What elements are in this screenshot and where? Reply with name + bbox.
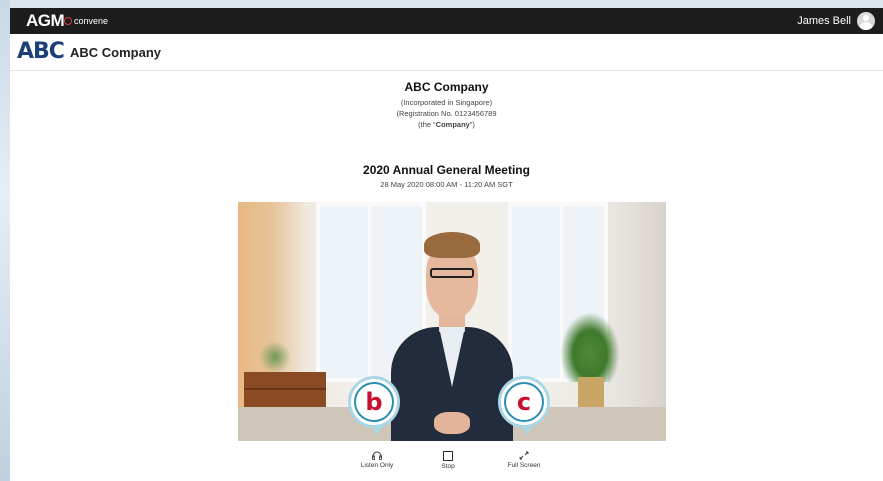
meeting-title: 2020 Annual General Meeting <box>363 163 530 177</box>
callout-c-pointer <box>522 427 532 435</box>
video-player[interactable] <box>238 202 666 441</box>
callout-c: c <box>498 376 550 435</box>
presenter-hair <box>424 232 480 258</box>
meeting-datetime: 28 May 2020 08:00 AM - 11:20 AM SGT <box>380 180 513 189</box>
convene-ring-icon <box>64 17 72 25</box>
user-avatar-icon[interactable] <box>857 12 875 30</box>
company-bar: ABC ABC Company <box>10 34 883 71</box>
callout-b: b <box>348 376 400 435</box>
the-company-bold: Company <box>435 120 470 129</box>
headphones-icon <box>372 451 382 460</box>
listen-only-label: Listen Only <box>360 462 394 469</box>
expand-icon <box>519 451 529 460</box>
company-title: ABC Company <box>404 80 489 94</box>
company-name: ABC Company <box>70 45 162 60</box>
callout-c-letter: c <box>504 382 544 422</box>
incorporation-text: (Incorporated in Singapore) <box>400 98 493 107</box>
video-cabinet <box>244 372 326 407</box>
convene-logo: convene <box>64 16 108 26</box>
callout-b-letter: b <box>354 382 394 422</box>
user-name: James Bell <box>797 15 851 27</box>
listen-only-button[interactable]: Listen Only <box>352 451 402 469</box>
stop-button[interactable]: Stop <box>423 451 473 470</box>
user-menu[interactable]: James Bell <box>797 12 875 30</box>
registration-text: (Registration No. 0123456789 <box>396 109 497 118</box>
top-bar: AGM convene James Bell <box>10 8 883 34</box>
presenter-hands <box>434 412 470 434</box>
stop-icon <box>443 451 453 461</box>
callout-b-pointer <box>372 427 382 435</box>
company-logo: ABC <box>17 39 65 64</box>
the-suffix: ”) <box>469 120 475 129</box>
stop-label: Stop <box>441 463 455 470</box>
full-screen-label: Full Screen <box>507 462 541 469</box>
the-company-text: (the “Company”) <box>10 120 883 129</box>
convene-label: convene <box>74 16 109 26</box>
app-window: AGM convene James Bell ABC ABC Company A… <box>10 8 883 481</box>
presenter-glasses <box>430 268 474 278</box>
video-plant-pot <box>578 377 604 407</box>
the-prefix: (the “ <box>418 120 436 129</box>
full-screen-button[interactable]: Full Screen <box>499 451 549 469</box>
brand-logo[interactable]: AGM <box>26 11 65 31</box>
side-decoration <box>0 0 10 481</box>
video-small-plant <box>258 342 292 372</box>
video-plant <box>560 312 620 382</box>
